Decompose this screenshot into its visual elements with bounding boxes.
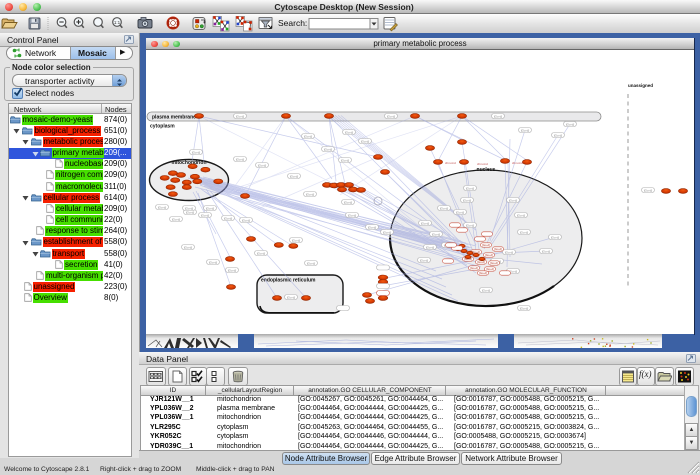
svg-text:[Go-d]: [Go-d] [509, 198, 518, 202]
svg-text:[Go-d]: [Go-d] [345, 130, 354, 134]
svg-text:[Go-d]: [Go-d] [206, 206, 215, 210]
svg-text:[Go-d]: [Go-d] [185, 206, 194, 210]
svg-text:nucleus: nucleus [477, 167, 496, 173]
svg-text:[Go-d]: [Go-d] [306, 192, 315, 196]
svg-text:[Go-d]: [Go-d] [172, 217, 181, 221]
svg-text:[Go-d]: [Go-d] [485, 253, 493, 257]
svg-text:[Go-d]: [Go-d] [456, 210, 465, 214]
svg-text:[Go-d]: [Go-d] [324, 147, 333, 151]
svg-text:[Go-d]: [Go-d] [236, 157, 245, 161]
svg-text:[Go-d]: [Go-d] [566, 122, 575, 126]
svg-text:[Go-d]: [Go-d] [466, 223, 475, 227]
svg-text:[Go-d]: [Go-d] [258, 163, 267, 167]
svg-text:[Go-d]: [Go-d] [482, 288, 491, 292]
svg-text:[Go-d]: [Go-d] [440, 206, 449, 210]
svg-text:[Go-d]: [Go-d] [420, 258, 429, 262]
svg-text:chm-lnd: chm-lnd [512, 161, 523, 165]
svg-text:[Go-d]: [Go-d] [184, 245, 193, 249]
svg-text:[Go-d]: [Go-d] [236, 114, 245, 118]
svg-text:[Go-d]: [Go-d] [486, 267, 494, 271]
svg-text:[Go-d]: [Go-d] [387, 114, 396, 118]
svg-text:[Go-d]: [Go-d] [158, 205, 167, 209]
svg-text:[Go-d]: [Go-d] [421, 221, 430, 225]
svg-text:[Go-d]: [Go-d] [287, 295, 296, 299]
svg-text:[Go-d]: [Go-d] [463, 198, 472, 202]
svg-text:[Go-d]: [Go-d] [361, 139, 370, 143]
svg-text:[Go-d]: [Go-d] [517, 213, 526, 217]
svg-text:[Go-d]: [Go-d] [426, 245, 435, 249]
svg-text:[Go-d]: [Go-d] [344, 200, 353, 204]
svg-text:[Go-d]: [Go-d] [292, 238, 301, 242]
svg-text:[Go-d]: [Go-d] [494, 114, 503, 118]
svg-text:[Go-d]: [Go-d] [479, 271, 487, 275]
svg-text:[Go-d]: [Go-d] [554, 133, 563, 137]
svg-text:chm-lnd: chm-lnd [445, 161, 456, 165]
svg-text:[Go-d]: [Go-d] [644, 188, 653, 192]
svg-text:[Go-d]: [Go-d] [307, 261, 316, 265]
svg-text:[Go-d]: [Go-d] [186, 210, 195, 214]
svg-text:Search:: Search: [278, 18, 307, 28]
svg-text:[Go-d]: [Go-d] [224, 216, 233, 220]
svg-text:[Go-d]: [Go-d] [482, 243, 490, 247]
svg-text:[Go-d]: [Go-d] [348, 213, 357, 217]
svg-text:[Go-d]: [Go-d] [520, 306, 529, 310]
svg-text:chm-lnd: chm-lnd [477, 162, 488, 166]
svg-text:[Go-d]: [Go-d] [228, 268, 237, 272]
svg-text:unassigned: unassigned [628, 83, 653, 88]
svg-text:[Go-d]: [Go-d] [290, 174, 299, 178]
svg-text:[Go-d]: [Go-d] [368, 225, 377, 229]
svg-text:[Go-d]: [Go-d] [383, 230, 392, 234]
svg-text:[Go-d]: [Go-d] [432, 232, 441, 236]
svg-text:[Go-d]: [Go-d] [542, 249, 551, 253]
svg-text:[Go-d]: [Go-d] [470, 266, 478, 270]
svg-text:[Go-d]: [Go-d] [257, 251, 266, 255]
svg-text:plasma membrane: plasma membrane [152, 115, 196, 121]
svg-text:[Go-d]: [Go-d] [242, 218, 251, 222]
svg-text:[Go-d]: [Go-d] [192, 150, 201, 154]
svg-text:[Go-d]: [Go-d] [520, 230, 529, 234]
svg-text:[Go-d]: [Go-d] [505, 250, 514, 254]
svg-text:cytoplasm: cytoplasm [150, 124, 175, 130]
svg-text:[Go-d]: [Go-d] [209, 260, 218, 264]
svg-text:[Go-d]: [Go-d] [521, 128, 530, 132]
svg-text:[Go-d]: [Go-d] [466, 186, 475, 190]
svg-text:[Go-d]: [Go-d] [304, 134, 313, 138]
svg-text:[Go-d]: [Go-d] [551, 235, 560, 239]
svg-text:[Go-d]: [Go-d] [201, 213, 210, 217]
svg-text:[Go-d]: [Go-d] [490, 261, 498, 265]
svg-text:1:1: 1:1 [114, 20, 121, 25]
svg-text:[Go-d]: [Go-d] [341, 158, 350, 162]
svg-text:[Go-d]: [Go-d] [494, 247, 502, 251]
